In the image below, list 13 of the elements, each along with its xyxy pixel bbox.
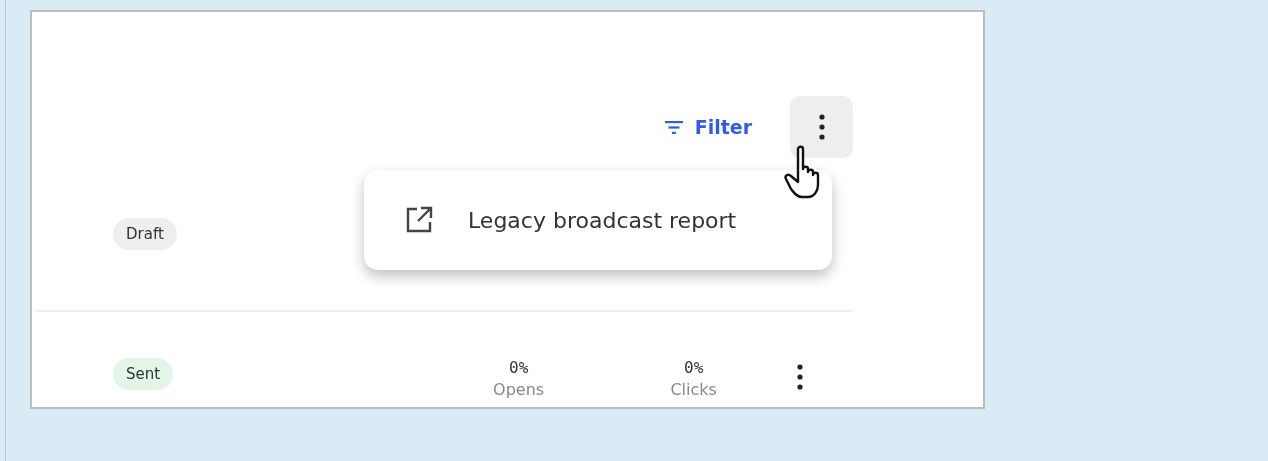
stat-value: 0% [684,358,704,377]
more-icon [818,114,825,140]
menu-item[interactable]: Legacy broadcast report [364,170,832,270]
filter-icon [664,120,683,134]
more-options-button[interactable] [790,96,853,158]
external-link-icon [404,205,434,235]
stat-label: Clicks [670,380,717,399]
stat-label: Opens [493,380,545,399]
status-badge: Sent [113,358,174,390]
more-icon [797,364,804,390]
filter-button[interactable]: Filter [664,116,752,138]
stat-value: 0% [509,358,529,377]
status-badge: Draft [113,218,177,250]
